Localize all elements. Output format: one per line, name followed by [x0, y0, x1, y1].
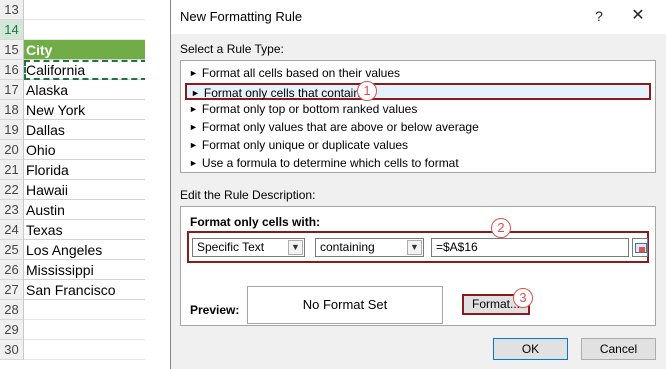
row-number[interactable]: 23	[0, 200, 24, 220]
rule-type-item[interactable]: ► Format only top or bottom ranked values	[185, 101, 651, 118]
close-button[interactable]: ✕	[623, 4, 653, 28]
row-number[interactable]: 17	[0, 80, 24, 100]
cancel-button[interactable]: Cancel	[581, 338, 656, 360]
row-number[interactable]: 21	[0, 160, 24, 180]
rule-description-panel: Format only cells with: Specific Text ▼ …	[180, 206, 656, 326]
sheet-cell[interactable]: Mississippi	[24, 260, 147, 280]
row-number[interactable]: 26	[0, 260, 24, 280]
sheet-cell[interactable]	[24, 300, 146, 320]
row-number[interactable]: 25	[0, 240, 24, 260]
rule-type-label: Format only cells that contain	[203, 86, 360, 100]
select-rule-type-label: Select a Rule Type:	[180, 42, 284, 56]
sheet-cell[interactable]: California	[24, 60, 147, 80]
rule-type-list[interactable]: ► Format all cells based on their values ►…	[180, 60, 656, 173]
arrow-right-icon: ►	[189, 68, 198, 78]
row-number[interactable]: 15	[0, 40, 24, 60]
sheet-cell[interactable]: Florida	[24, 160, 147, 180]
range-select-button[interactable]	[632, 238, 648, 257]
arrow-right-icon: ►	[191, 88, 200, 98]
column-header-cell[interactable]: City	[24, 40, 147, 60]
row-number[interactable]: 14	[0, 20, 24, 40]
sheet-cell[interactable]	[24, 20, 146, 40]
sheet-cell[interactable]: Hawaii	[24, 180, 147, 200]
callout-2: 2	[491, 218, 511, 238]
sheet-cell[interactable]: Los Angeles	[24, 240, 147, 260]
new-formatting-rule-dialog: New Formatting Rule ? ✕ Select a Rule Ty…	[170, 0, 666, 369]
row-number[interactable]: 16	[0, 60, 24, 80]
operator-value: containing	[320, 240, 375, 254]
row-number[interactable]: 22	[0, 180, 24, 200]
rule-type-label: Format only unique or duplicate values	[201, 138, 409, 152]
row-number[interactable]: 18	[0, 100, 24, 120]
row-number[interactable]: 28	[0, 300, 24, 320]
arrow-right-icon: ►	[189, 122, 198, 132]
help-button[interactable]: ?	[587, 4, 611, 28]
rule-type-item[interactable]: ► Format only unique or duplicate values	[185, 137, 651, 154]
sheet-cell[interactable]: Austin	[24, 200, 147, 220]
sheet-cell[interactable]	[24, 340, 146, 360]
condition-type-value: Specific Text	[197, 240, 265, 254]
row-number[interactable]: 29	[0, 320, 24, 340]
rule-type-label: Use a formula to determine which cells t…	[201, 156, 459, 170]
sheet-cell[interactable]: Ohio	[24, 140, 147, 160]
range-select-icon-accent	[639, 247, 645, 252]
dialog-title: New Formatting Rule	[180, 9, 303, 24]
sheet-cell[interactable]: New York	[24, 100, 147, 120]
rule-type-item[interactable]: ► Format only values that are above or be…	[185, 119, 651, 136]
rule-type-item[interactable]: ► Format only cells that contain	[185, 83, 651, 100]
rule-type-item[interactable]: ► Format all cells based on their values	[185, 65, 651, 82]
sheet-cell[interactable]: Alaska	[24, 80, 147, 100]
callout-1: 1	[357, 81, 377, 101]
row-number[interactable]: 24	[0, 220, 24, 240]
criteria-row: Specific Text ▼ containing ▼ =$A$16	[187, 231, 649, 263]
dialog-title-bar[interactable]: New Formatting Rule ? ✕	[171, 0, 666, 34]
value-input[interactable]: =$A$16	[431, 238, 629, 257]
sheet-cell[interactable]	[24, 0, 146, 20]
row-number[interactable]: 13	[0, 0, 24, 20]
row-number[interactable]: 20	[0, 140, 24, 160]
preview-label: Preview:	[190, 303, 240, 317]
edit-rule-description-label: Edit the Rule Description:	[180, 188, 316, 202]
sheet-cell[interactable]	[24, 320, 146, 340]
format-cells-with-label: Format only cells with:	[190, 215, 321, 229]
preview-box: No Format Set	[247, 286, 443, 324]
arrow-right-icon: ►	[189, 104, 198, 114]
arrow-right-icon: ►	[189, 140, 198, 150]
rule-type-label: Format only top or bottom ranked values	[201, 102, 418, 116]
sheet-cell[interactable]: Dallas	[24, 120, 147, 140]
sheet-blank-area	[145, 0, 170, 369]
callout-3: 3	[513, 288, 533, 308]
sheet-cell[interactable]: San Francisco	[24, 280, 147, 300]
rule-type-label: Format all cells based on their values	[201, 66, 401, 80]
operator-select[interactable]: containing ▼	[315, 238, 424, 257]
rule-type-label: Format only values that are above or bel…	[201, 120, 479, 134]
row-number[interactable]: 19	[0, 120, 24, 140]
arrow-right-icon: ►	[189, 158, 198, 168]
condition-type-select[interactable]: Specific Text ▼	[192, 238, 305, 257]
row-number[interactable]: 30	[0, 340, 24, 360]
row-number[interactable]: 27	[0, 280, 24, 300]
chevron-down-icon[interactable]: ▼	[288, 240, 303, 255]
rule-type-item[interactable]: ► Use a formula to determine which cells …	[185, 155, 651, 172]
chevron-down-icon[interactable]: ▼	[407, 240, 422, 255]
sheet-cell[interactable]: Texas	[24, 220, 147, 240]
ok-button[interactable]: OK	[493, 338, 568, 360]
